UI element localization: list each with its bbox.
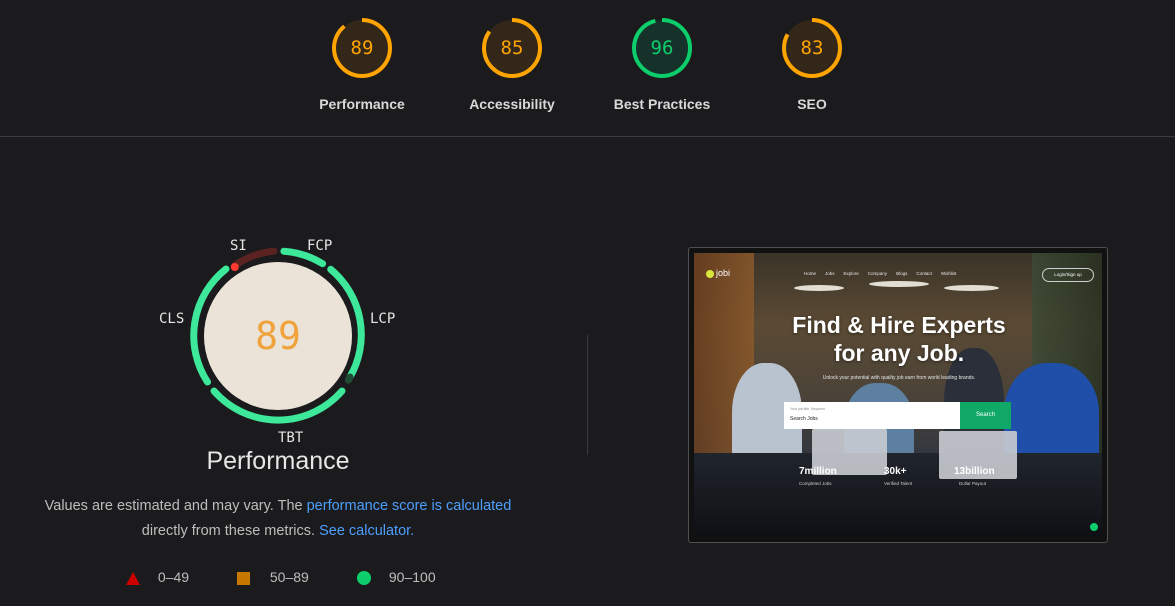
gauge-label: Accessibility — [469, 96, 555, 112]
nav-link: Company — [867, 271, 888, 276]
legend-item-average: 50–89 — [237, 568, 309, 586]
gauge-seo[interactable]: 83 SEO — [752, 17, 872, 127]
hero-title-line: Find & Hire Experts — [792, 312, 1006, 338]
performance-title: Performance — [206, 447, 350, 475]
site-logo: jobi — [706, 268, 730, 278]
legend-range: 50–89 — [269, 569, 309, 585]
gauge-label: Best Practices — [613, 96, 711, 112]
stat-label: Completed Jobs — [799, 481, 832, 486]
metric-label-fcp[interactable]: FCP — [307, 238, 332, 254]
metric-label-lcp[interactable]: LCP — [370, 311, 395, 327]
nav-link: Jobs — [825, 271, 835, 276]
nav-links: Home Jobs Explore Company Blogs Contact Wishli… — [804, 271, 965, 276]
gauge-label: Performance — [319, 96, 405, 112]
arc-si-dot — [230, 263, 239, 271]
search-value: Search Jobs — [790, 416, 818, 422]
legend-range: 90–100 — [388, 569, 436, 585]
stat-value: 7million — [799, 466, 837, 477]
nav-link: Explore — [843, 271, 859, 276]
screenshot-image: jobi Home Jobs Explore Company Blogs Contact W… — [694, 253, 1102, 537]
gauge-score: 83 — [800, 37, 824, 59]
ceiling-lamp — [944, 285, 999, 291]
legend-range: 0–49 — [157, 569, 190, 585]
nav-link: Home — [804, 271, 817, 276]
metric-label-tbt[interactable]: TBT — [278, 430, 303, 446]
gauge-score: 89 — [350, 37, 374, 59]
nav-link: Contact — [916, 271, 932, 276]
description-text-2: directly from these metrics. — [141, 523, 316, 539]
metric-label-cls[interactable]: CLS — [159, 311, 184, 327]
stat-label: Dollar Payout — [959, 481, 987, 486]
see-calculator-link[interactable]: See calculator. — [319, 523, 414, 539]
hero-title-line: for any Job. — [833, 340, 965, 366]
ceiling-lamp — [794, 285, 844, 291]
performance-gauge: 89 SI FCP LCP TBT CLS — [150, 230, 410, 480]
performance-description: Values are estimated and may vary. The p… — [28, 494, 528, 544]
metric-label-si[interactable]: SI — [230, 238, 247, 254]
gauge-accessibility[interactable]: 85 Accessibility — [452, 17, 572, 127]
circle-icon — [357, 571, 371, 586]
performance-score: 89 — [255, 314, 301, 358]
search-button: Search — [960, 402, 1011, 429]
site-nav: jobi Home Jobs Explore Company Blogs Contact W… — [694, 267, 1102, 283]
legend-item-fail: 0–49 — [126, 568, 189, 586]
gauge-performance[interactable]: 89 Performance — [302, 17, 422, 127]
chat-icon — [1090, 523, 1098, 531]
stat-value: 13billion — [954, 466, 995, 477]
hero-title: Find & Hire Experts for any Job. — [754, 311, 1044, 367]
gauge-best-practices[interactable]: 96 Best Practices — [602, 17, 722, 127]
divider — [587, 335, 588, 455]
stat-label: Verified Talent — [884, 481, 913, 486]
description-text: Values are estimated and may vary. The — [44, 498, 307, 514]
triangle-icon — [126, 571, 140, 585]
square-icon — [237, 571, 250, 585]
nav-link: Wishlist — [940, 271, 957, 276]
search-label: Your job title, Keyword — [790, 407, 825, 411]
legend-item-pass: 90–100 — [357, 568, 436, 586]
category-gauges: 89 Performance 85 Accessibility 96 Best … — [0, 0, 1175, 137]
logo-text: jobi — [716, 268, 731, 278]
login-button: Login/Sign up — [1042, 268, 1094, 282]
gauge-score: 96 — [650, 37, 674, 59]
gauge-label: SEO — [797, 96, 827, 112]
hero-subtitle: Unlock your potential with quality job e… — [822, 375, 976, 381]
gauge-score: 85 — [500, 37, 524, 59]
score-calculated-link[interactable]: performance score is calculated — [307, 498, 512, 514]
stat-value: 30k+ — [884, 466, 907, 477]
final-screenshot[interactable]: jobi Home Jobs Explore Company Blogs Contact W… — [688, 247, 1108, 543]
nav-link: Blogs — [896, 271, 908, 276]
arc-lcp-rest — [344, 373, 354, 384]
logo-icon — [706, 269, 714, 278]
search-field: Your job title, Keyword Search Jobs — [784, 402, 960, 429]
